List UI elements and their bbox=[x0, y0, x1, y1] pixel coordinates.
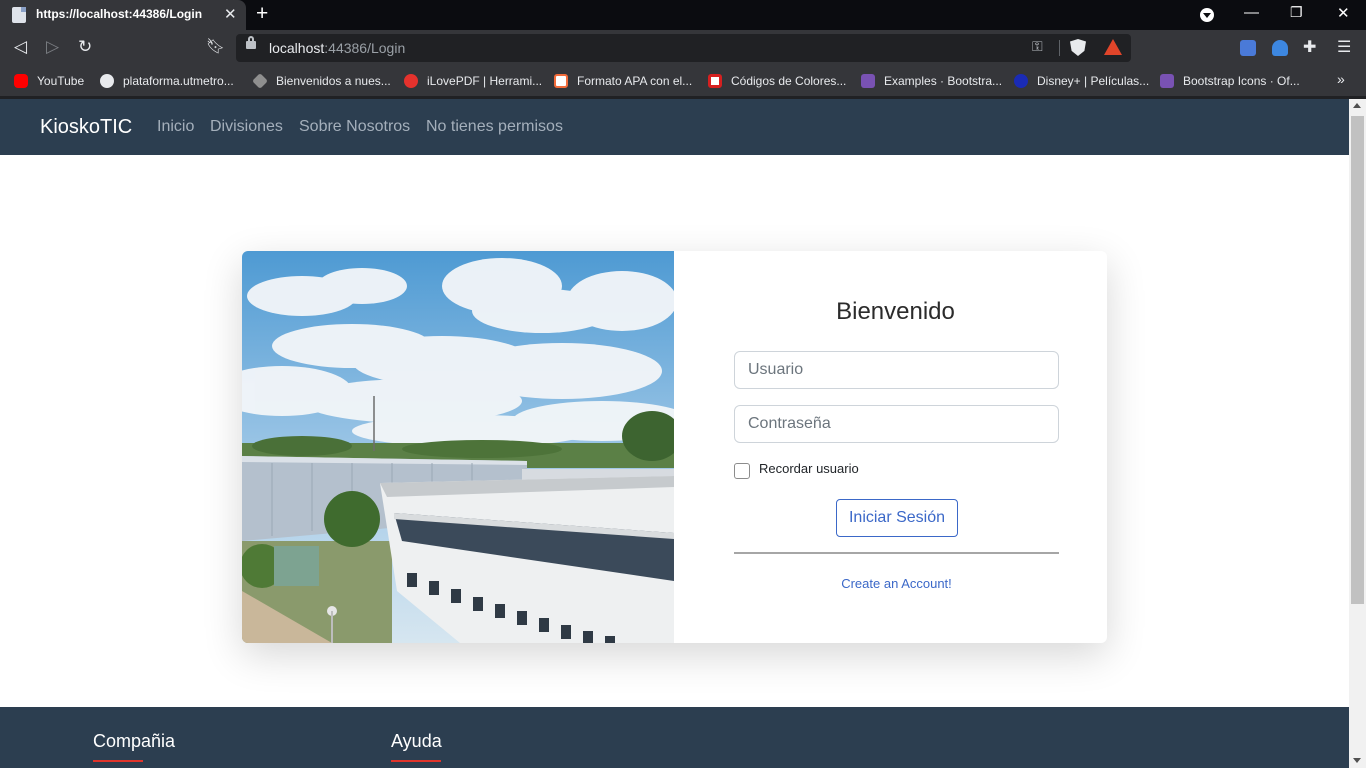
url-path: :44386/Login bbox=[324, 40, 406, 56]
nav-link-permisos[interactable]: No tienes permisos bbox=[426, 118, 563, 136]
bookmark-label: Bienvenidos a nues... bbox=[276, 74, 391, 88]
key-icon[interactable]: ⚿ bbox=[1032, 38, 1043, 55]
footer-underline bbox=[391, 760, 441, 762]
restore-icon[interactable]: ❐ bbox=[1290, 4, 1303, 21]
chevron-right-icon[interactable]: » bbox=[1337, 71, 1345, 87]
browser-tab[interactable]: https://localhost:44386/Login ✕ bbox=[0, 0, 246, 30]
bootstrap-icon bbox=[861, 74, 875, 88]
bootstrap-icon bbox=[1160, 74, 1174, 88]
globe-icon bbox=[100, 74, 114, 88]
tab-title: https://localhost:44386/Login bbox=[36, 7, 203, 21]
close-window-icon[interactable]: ✕ bbox=[1337, 4, 1350, 22]
login-button[interactable]: Iniciar Sesión bbox=[836, 499, 958, 537]
apa-icon bbox=[554, 74, 568, 88]
nav-link-sobre-nosotros[interactable]: Sobre Nosotros bbox=[299, 118, 410, 136]
brave-shield-icon[interactable] bbox=[1070, 39, 1086, 56]
bookmark-item[interactable]: Bienvenidos a nues... bbox=[252, 73, 391, 89]
back-icon[interactable]: ◁ bbox=[14, 37, 27, 57]
nav-link-divisiones[interactable]: Divisiones bbox=[210, 118, 283, 136]
form-divider bbox=[734, 552, 1059, 554]
login-form: Bienvenido Recordar usuario Iniciar Sesi… bbox=[674, 251, 1107, 643]
scroll-down-icon[interactable] bbox=[1353, 758, 1361, 763]
site-footer: Compañia Ayuda bbox=[0, 707, 1349, 768]
welcome-title: Bienvenido bbox=[836, 298, 955, 325]
browser-toolbar: ◁ ▷ ↻ 🔖︎ localhost:44386/Login ⚿ ✚ ☰ bbox=[0, 30, 1366, 66]
url-host: localhost bbox=[269, 40, 325, 56]
remember-label[interactable]: Recordar usuario bbox=[759, 461, 859, 476]
footer-underline bbox=[93, 760, 143, 762]
minimize-icon[interactable]: — bbox=[1244, 4, 1259, 21]
campus-photo bbox=[242, 251, 674, 643]
brave-rewards-icon[interactable] bbox=[1104, 39, 1122, 55]
forward-icon[interactable]: ▷ bbox=[46, 37, 59, 57]
bookmark-label: Bootstrap Icons · Of... bbox=[1183, 74, 1300, 88]
toolbar-separator bbox=[1059, 40, 1060, 56]
close-tab-icon[interactable]: ✕ bbox=[224, 5, 237, 23]
brand-link[interactable]: KioskoTIC bbox=[40, 116, 132, 139]
new-tab-icon[interactable]: + bbox=[256, 2, 268, 26]
lock-icon[interactable] bbox=[246, 36, 256, 49]
bookmark-item[interactable]: YouTube bbox=[14, 73, 84, 89]
youtube-icon bbox=[14, 74, 28, 88]
page-viewport: KioskoTIC Inicio Divisiones Sobre Nosotr… bbox=[0, 99, 1366, 768]
scroll-up-icon[interactable] bbox=[1353, 103, 1361, 108]
reload-icon[interactable]: ↻ bbox=[78, 37, 92, 57]
ilovepdf-icon bbox=[404, 74, 418, 88]
page-scrollbar[interactable] bbox=[1349, 99, 1366, 768]
nav-link-inicio[interactable]: Inicio bbox=[157, 118, 194, 136]
login-card: Bienvenido Recordar usuario Iniciar Sesi… bbox=[242, 251, 1107, 643]
browser-tab-strip: https://localhost:44386/Login ✕ + — ❐ ✕ bbox=[0, 0, 1366, 30]
address-bar[interactable]: localhost:44386/Login ⚿ bbox=[236, 34, 1131, 62]
bookmark-icon[interactable]: 🔖︎ bbox=[206, 37, 225, 55]
disney-icon bbox=[1014, 74, 1028, 88]
page-icon bbox=[12, 7, 26, 23]
bookmark-item[interactable]: plataforma.utmetro... bbox=[100, 73, 234, 89]
url-text[interactable]: localhost:44386/Login bbox=[269, 40, 405, 56]
bookmark-label: Códigos de Colores... bbox=[731, 74, 847, 88]
color-codes-icon bbox=[708, 74, 722, 88]
bookmark-label: iLovePDF | Herrami... bbox=[427, 74, 543, 88]
extension-icon[interactable] bbox=[1272, 40, 1288, 56]
bookmark-item[interactable]: Disney+ | Películas... bbox=[1014, 73, 1149, 89]
bookmark-item[interactable]: Formato APA con el... bbox=[554, 73, 692, 89]
bookmark-label: Disney+ | Películas... bbox=[1037, 74, 1150, 88]
create-account-link[interactable]: Create an Account! bbox=[674, 576, 1107, 591]
footer-heading-ayuda: Ayuda bbox=[391, 731, 442, 751]
google-translate-icon[interactable] bbox=[1240, 40, 1256, 56]
tab-search-icon[interactable] bbox=[1200, 8, 1214, 22]
site-navbar: KioskoTIC Inicio Divisiones Sobre Nosotr… bbox=[0, 99, 1349, 155]
bookmark-label: Formato APA con el... bbox=[577, 74, 693, 88]
username-input[interactable] bbox=[734, 351, 1059, 389]
bookmark-item[interactable]: Examples · Bootstra... bbox=[861, 73, 1002, 89]
bookmark-item[interactable]: iLovePDF | Herrami... bbox=[404, 73, 542, 89]
site-icon bbox=[252, 73, 268, 89]
footer-heading-compania: Compañia bbox=[93, 731, 176, 751]
scroll-thumb[interactable] bbox=[1351, 116, 1364, 604]
remember-checkbox[interactable] bbox=[734, 463, 750, 479]
bookmark-item[interactable]: Bootstrap Icons · Of... bbox=[1160, 73, 1300, 89]
password-input[interactable] bbox=[734, 405, 1059, 443]
bookmark-label: plataforma.utmetro... bbox=[123, 74, 234, 88]
bookmark-label: YouTube bbox=[37, 74, 85, 88]
puzzle-icon[interactable]: ✚ bbox=[1303, 37, 1316, 57]
bookmarks-bar: YouTube plataforma.utmetro... Bienvenido… bbox=[0, 66, 1366, 96]
bookmark-item[interactable]: Códigos de Colores... bbox=[708, 73, 846, 89]
bookmark-label: Examples · Bootstra... bbox=[884, 74, 1003, 88]
menu-icon[interactable]: ☰ bbox=[1337, 37, 1351, 57]
